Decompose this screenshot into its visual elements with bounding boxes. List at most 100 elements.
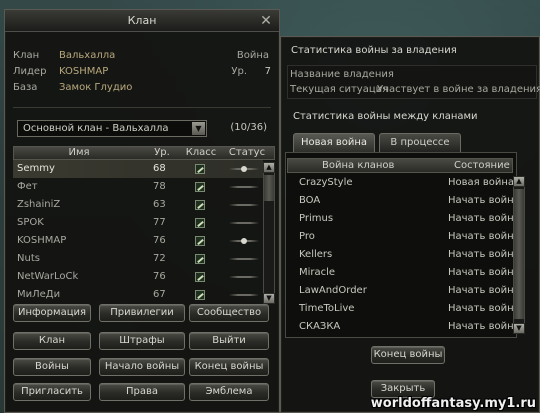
scroll-up-icon[interactable]: ▲ [263, 162, 275, 173]
clan-info-panel: Клан Вальхалла Война Лидер KOSHMAP Ур. 7… [13, 48, 271, 96]
member-name: Фет [17, 181, 38, 192]
member-name: Semmy [17, 163, 55, 174]
war-state: Начать войну [448, 231, 520, 242]
clan-button[interactable]: Клан [13, 332, 91, 350]
clan-window-title-bar[interactable]: Клан [5, 10, 279, 32]
territory-name-label: Название владения [290, 69, 394, 80]
war-state: Начать войну [448, 267, 520, 278]
chevron-down-icon[interactable]: ▼ [192, 122, 205, 135]
war-statistics-window: Статистика войны за владения Название вл… [280, 36, 540, 413]
clan-window-title: Клан [127, 14, 157, 27]
table-row[interactable]: NetWarLoCk 76 [13, 268, 263, 286]
clan-label: Клан [13, 50, 40, 61]
table-row[interactable]: СКАЗКА Начать войну [291, 318, 520, 336]
class-icon [195, 182, 205, 192]
penalties-button[interactable]: Штрафы [99, 332, 185, 350]
war-state: Начать войну [448, 195, 520, 206]
war-state: Начать войну [448, 285, 520, 296]
invite-button[interactable]: Пригласить [13, 383, 91, 401]
table-row[interactable]: Primus Начать войну [291, 210, 520, 228]
table-row[interactable]: BOA Начать войну [291, 192, 520, 210]
territory-situation-value: Участвует в войне за владения [377, 84, 540, 95]
enemy-clan-name: LawAndOrder [299, 285, 367, 296]
table-row[interactable]: CrazyStyle Новая война [291, 174, 514, 192]
territory-war-title: Статистика войны за владения [291, 45, 457, 56]
offline-status-icon [229, 276, 259, 278]
table-row[interactable]: Kellers Начать войну [291, 246, 520, 264]
scroll-down-icon[interactable]: ▼ [263, 293, 275, 304]
tab-new-war[interactable]: Новая война [293, 133, 375, 152]
war-state: Начать войну [448, 249, 520, 260]
online-status-icon [229, 166, 259, 172]
table-row[interactable]: TimeToLive Начать войну [291, 300, 520, 318]
header-class[interactable]: Класс [180, 147, 222, 159]
clan-window: Клан ✕ Клан Вальхалла Война Лидер KOSHMA… [4, 9, 280, 413]
table-row[interactable]: Miracle Начать войну [291, 264, 520, 282]
war-state: Начать войну [448, 303, 520, 314]
close-icon[interactable]: ✕ [259, 13, 273, 29]
header-level[interactable]: Ур. [144, 147, 180, 159]
scroll-down-icon[interactable]: ▼ [513, 323, 525, 334]
member-name: NetWarLoCk [17, 271, 79, 282]
privileges-button[interactable]: Привилегии [99, 304, 185, 322]
end-war-button[interactable]: Конец войны [189, 358, 269, 376]
table-row[interactable]: KOSHMAP 76 [13, 232, 263, 250]
table-row[interactable]: SPOK 77 [13, 214, 263, 232]
member-level: 63 [153, 199, 166, 210]
member-level: 67 [153, 289, 166, 300]
emblem-button[interactable]: Эмблема [189, 383, 269, 401]
leader-value: KOSHMAP [59, 66, 109, 77]
member-name: Nuts [17, 253, 40, 264]
member-list-scrollbar[interactable]: ▲ ▼ [263, 162, 275, 304]
member-level: 76 [153, 271, 166, 282]
leave-button[interactable]: Выйти [189, 332, 269, 350]
clan-war-stats-title: Статистика войны между кланами [293, 111, 478, 122]
start-war-button[interactable]: Начало войны [99, 358, 185, 376]
header-status[interactable]: Статус [222, 147, 272, 159]
header-name[interactable]: Имя [14, 147, 144, 159]
wars-button[interactable]: Войны [13, 358, 91, 376]
subclan-select-value: Основной клан - Вальхалла [23, 123, 169, 134]
class-icon [195, 236, 205, 246]
enemy-clan-name: CrazyStyle [299, 177, 353, 188]
scroll-up-icon[interactable]: ▲ [513, 176, 525, 187]
war-state: Начать войну [448, 321, 520, 332]
scroll-thumb[interactable] [264, 175, 274, 201]
table-row[interactable]: LawAndOrder Начать войну [291, 282, 520, 300]
end-war-button[interactable]: Конец войны [371, 346, 445, 364]
clan-war-list-scrollbar[interactable]: ▲ ▼ [513, 176, 525, 334]
enemy-clan-name: TimeToLive [299, 303, 355, 314]
subclan-select[interactable]: Основной клан - Вальхалла ▼ [17, 120, 207, 137]
table-row[interactable]: МиЛеДи 67 [13, 286, 263, 304]
enemy-clan-name: Pro [299, 231, 315, 242]
member-name: ZshainiZ [17, 199, 61, 210]
offline-status-icon [229, 294, 259, 296]
scroll-thumb[interactable] [514, 189, 524, 319]
info-button[interactable]: Информация [13, 304, 91, 322]
class-icon [195, 254, 205, 264]
header-state[interactable]: Состояние [454, 159, 510, 172]
table-row[interactable]: ZshainiZ 63 [13, 196, 263, 214]
header-clan-war[interactable]: Война кланов [322, 159, 394, 172]
leader-label: Лидер [13, 66, 47, 77]
member-name: KOSHMAP [17, 235, 67, 246]
base-label: База [13, 82, 38, 93]
class-icon [195, 200, 205, 210]
war-state: Начать войну [448, 213, 520, 224]
tab-in-progress[interactable]: В процессе [379, 133, 461, 152]
table-row[interactable]: Pro Начать войну [291, 228, 520, 246]
community-button[interactable]: Сообщество [189, 304, 269, 322]
table-row[interactable]: Фет 78 [13, 178, 263, 196]
rights-button[interactable]: Права [99, 383, 185, 401]
enemy-clan-name: BOA [299, 195, 321, 206]
table-row[interactable]: Nuts 72 [13, 250, 263, 268]
online-status-icon [229, 238, 259, 244]
member-level: 76 [153, 235, 166, 246]
member-table-header: Имя Ур. Класс Статус [13, 146, 275, 160]
base-value: Замок Глудио [59, 82, 133, 93]
leader-info-row: Лидер KOSHMAP Ур. 7 [13, 64, 271, 80]
territory-war-info: Название владения Текущая ситуация Участ… [287, 65, 540, 99]
table-row[interactable]: Semmy 68 [13, 160, 263, 178]
enemy-clan-name: Primus [299, 213, 334, 224]
watermark: worldoffantasy.my1.ru [370, 396, 536, 411]
